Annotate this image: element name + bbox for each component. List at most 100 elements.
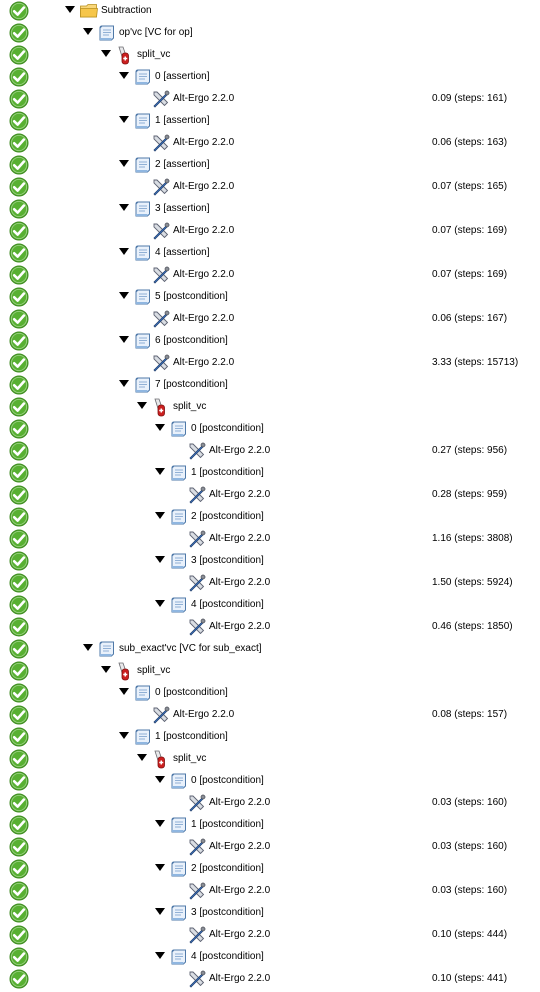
tree-row-goal[interactable]: 1 [postcondition]: [0, 726, 540, 748]
expand-toggle-icon[interactable]: [137, 402, 147, 409]
tree-row-transformation[interactable]: split_vc: [0, 660, 540, 682]
node-label: 3 [postcondition]: [191, 555, 264, 566]
valid-check-icon: [9, 485, 29, 505]
valid-check-icon: [9, 353, 29, 373]
tree-row-goal[interactable]: 3 [postcondition]: [0, 902, 540, 924]
tree-row-goal[interactable]: 1 [postcondition]: [0, 462, 540, 484]
goal-scroll-icon: [133, 683, 153, 703]
tree-row-prover[interactable]: Alt-Ergo 2.2.0 0.03 (steps: 160): [0, 792, 540, 814]
tree-row-prover[interactable]: Alt-Ergo 2.2.0 3.33 (steps: 15713): [0, 352, 540, 374]
expand-toggle-icon[interactable]: [119, 380, 129, 387]
expand-toggle-icon[interactable]: [155, 864, 165, 871]
expand-toggle-icon[interactable]: [155, 776, 165, 783]
expand-toggle-icon[interactable]: [155, 908, 165, 915]
node-label: 6 [postcondition]: [155, 335, 228, 346]
prover-tools-icon: [187, 573, 207, 593]
goal-scroll-icon: [133, 199, 153, 219]
expand-toggle-icon[interactable]: [119, 204, 129, 211]
node-label: Alt-Ergo 2.2.0: [209, 489, 271, 500]
tree-row-goal[interactable]: sub_exact'vc [VC for sub_exact]: [0, 638, 540, 660]
valid-check-icon: [9, 815, 29, 835]
goal-scroll-icon: [169, 859, 189, 879]
node-label: Alt-Ergo 2.2.0: [209, 885, 271, 896]
expand-toggle-icon[interactable]: [155, 512, 165, 519]
expand-toggle-icon[interactable]: [83, 644, 93, 651]
tree-row-goal[interactable]: 5 [postcondition]: [0, 286, 540, 308]
tree-row-prover[interactable]: Alt-Ergo 2.2.0 0.10 (steps: 441): [0, 968, 540, 990]
prover-time: 3.33 (steps: 15713): [432, 357, 519, 368]
tree-row-prover[interactable]: Alt-Ergo 2.2.0 0.07 (steps: 169): [0, 220, 540, 242]
expand-toggle-icon[interactable]: [119, 732, 129, 739]
prover-time: 1.16 (steps: 3808): [432, 533, 513, 544]
expand-toggle-icon[interactable]: [155, 468, 165, 475]
expand-toggle-icon[interactable]: [101, 50, 111, 57]
prover-tools-icon: [187, 925, 207, 945]
tree-row-goal[interactable]: 7 [postcondition]: [0, 374, 540, 396]
tree-row-goal[interactable]: 6 [postcondition]: [0, 330, 540, 352]
expand-toggle-icon[interactable]: [119, 160, 129, 167]
expand-toggle-icon[interactable]: [155, 424, 165, 431]
expand-toggle-icon[interactable]: [119, 72, 129, 79]
tree-row-prover[interactable]: Alt-Ergo 2.2.0 0.07 (steps: 165): [0, 176, 540, 198]
expand-toggle-icon[interactable]: [119, 248, 129, 255]
expand-toggle-icon[interactable]: [83, 28, 93, 35]
tree-row-goal[interactable]: 4 [assertion]: [0, 242, 540, 264]
tree-row-prover[interactable]: Alt-Ergo 2.2.0 0.03 (steps: 160): [0, 836, 540, 858]
valid-check-icon: [9, 969, 29, 989]
tree-row-goal[interactable]: 0 [postcondition]: [0, 418, 540, 440]
tree-row-goal[interactable]: 1 [postcondition]: [0, 814, 540, 836]
node-label: Alt-Ergo 2.2.0: [173, 137, 235, 148]
valid-check-icon: [9, 309, 29, 329]
tree-row-transformation[interactable]: split_vc: [0, 396, 540, 418]
tree-row-prover[interactable]: Alt-Ergo 2.2.0 0.06 (steps: 167): [0, 308, 540, 330]
expand-toggle-icon[interactable]: [155, 556, 165, 563]
tree-row-goal[interactable]: 0 [postcondition]: [0, 770, 540, 792]
tree-row-prover[interactable]: Alt-Ergo 2.2.0 0.46 (steps: 1850): [0, 616, 540, 638]
expand-toggle-icon[interactable]: [155, 952, 165, 959]
tree-row-goal[interactable]: 2 [assertion]: [0, 154, 540, 176]
tree-row-goal[interactable]: 0 [postcondition]: [0, 682, 540, 704]
tree-row-goal[interactable]: 2 [postcondition]: [0, 858, 540, 880]
tree-row-goal[interactable]: 3 [assertion]: [0, 198, 540, 220]
tree-row-goal[interactable]: 2 [postcondition]: [0, 506, 540, 528]
valid-check-icon: [9, 793, 29, 813]
tree-row-prover[interactable]: Alt-Ergo 2.2.0 0.03 (steps: 160): [0, 880, 540, 902]
expand-toggle-icon[interactable]: [119, 688, 129, 695]
tree-row-goal[interactable]: 4 [postcondition]: [0, 594, 540, 616]
expand-toggle-icon[interactable]: [101, 666, 111, 673]
tree-row-goal[interactable]: 4 [postcondition]: [0, 946, 540, 968]
node-label: Alt-Ergo 2.2.0: [173, 313, 235, 324]
tree-row-goal[interactable]: op'vc [VC for op]: [0, 22, 540, 44]
tree-row-prover[interactable]: Alt-Ergo 2.2.0 0.07 (steps: 169): [0, 264, 540, 286]
tree-row-prover[interactable]: Alt-Ergo 2.2.0 0.28 (steps: 959): [0, 484, 540, 506]
goal-scroll-icon: [169, 947, 189, 967]
tree-row-prover[interactable]: Alt-Ergo 2.2.0 0.06 (steps: 163): [0, 132, 540, 154]
tree-row-prover[interactable]: Alt-Ergo 2.2.0 0.27 (steps: 956): [0, 440, 540, 462]
node-label: split_vc: [173, 753, 207, 764]
tree-row-goal[interactable]: 3 [postcondition]: [0, 550, 540, 572]
tree-row-goal[interactable]: 0 [assertion]: [0, 66, 540, 88]
expand-toggle-icon[interactable]: [155, 600, 165, 607]
node-label: 3 [postcondition]: [191, 907, 264, 918]
tree-row-prover[interactable]: Alt-Ergo 2.2.0 1.16 (steps: 3808): [0, 528, 540, 550]
expand-toggle-icon[interactable]: [65, 6, 75, 13]
valid-check-icon: [9, 177, 29, 197]
tree-row-prover[interactable]: Alt-Ergo 2.2.0 0.10 (steps: 444): [0, 924, 540, 946]
prover-time: 0.07 (steps: 169): [432, 269, 508, 280]
valid-check-icon: [9, 419, 29, 439]
expand-toggle-icon[interactable]: [155, 820, 165, 827]
tree-row-prover[interactable]: Alt-Ergo 2.2.0 0.08 (steps: 157): [0, 704, 540, 726]
tree-row-transformation[interactable]: split_vc: [0, 748, 540, 770]
expand-toggle-icon[interactable]: [119, 336, 129, 343]
tree-row-goal[interactable]: 1 [assertion]: [0, 110, 540, 132]
tree-row-prover[interactable]: Alt-Ergo 2.2.0 0.09 (steps: 161): [0, 88, 540, 110]
tree-row-prover[interactable]: Alt-Ergo 2.2.0 1.50 (steps: 5924): [0, 572, 540, 594]
tree-row-theory[interactable]: Subtraction: [0, 0, 540, 22]
goal-scroll-icon: [133, 727, 153, 747]
expand-toggle-icon[interactable]: [119, 116, 129, 123]
valid-check-icon: [9, 441, 29, 461]
expand-toggle-icon[interactable]: [137, 754, 147, 761]
expand-toggle-icon[interactable]: [119, 292, 129, 299]
tree-row-transformation[interactable]: split_vc: [0, 44, 540, 66]
valid-check-icon: [9, 639, 29, 659]
